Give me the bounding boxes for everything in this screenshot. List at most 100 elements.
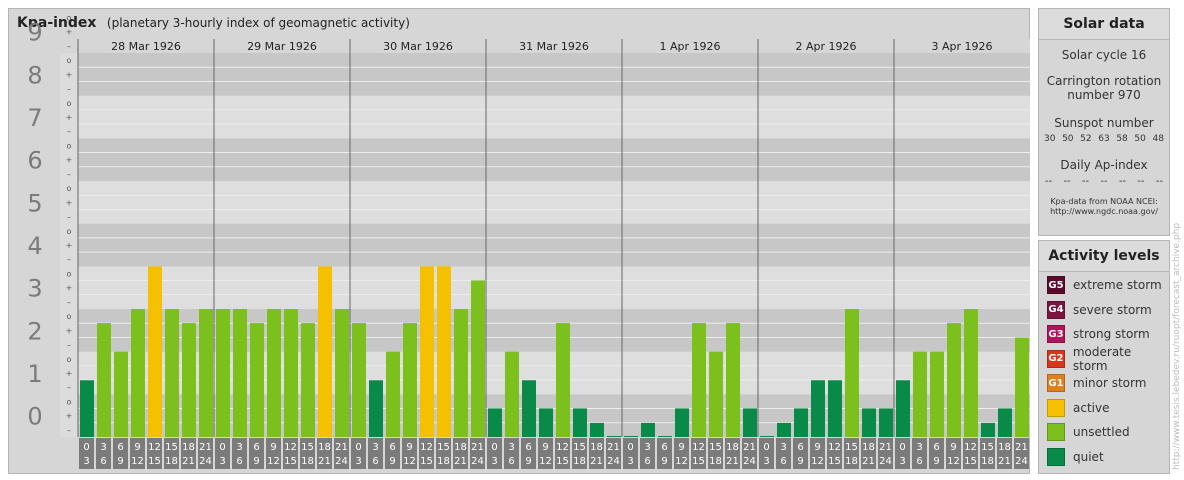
hour-end-label: 6 <box>372 456 378 467</box>
hour-start-label: 12 <box>556 442 569 453</box>
hour-end-label: 15 <box>556 456 569 467</box>
activity-levels-panel: Activity levels G5 extreme storm G4 severe … <box>1038 240 1170 474</box>
hour-end-label: 12 <box>267 456 280 467</box>
y-subtick-label: – <box>67 170 71 179</box>
kp-bar <box>369 380 383 437</box>
hour-end-label: 9 <box>661 456 667 467</box>
hour-end-label: 21 <box>182 456 195 467</box>
activity-level-item: G5 extreme storm <box>1047 275 1162 295</box>
hour-start-label: 21 <box>335 442 348 453</box>
hour-end-label: 9 <box>797 456 803 467</box>
hour-end-label: 24 <box>743 456 756 467</box>
y-subtick-label: o <box>67 56 72 65</box>
kp-bar <box>896 380 910 437</box>
hour-end-label: 12 <box>403 456 416 467</box>
activity-level-item: active <box>1047 398 1109 418</box>
hour-end-label: 9 <box>525 456 531 467</box>
y-tick-label: 2 <box>27 317 42 345</box>
activity-level-swatch: G5 <box>1047 276 1065 294</box>
hour-start-label: 6 <box>933 442 939 453</box>
kp-bar <box>777 422 791 437</box>
hour-start-label: 21 <box>199 442 212 453</box>
hour-end-label: 3 <box>355 456 361 467</box>
hour-end-label: 21 <box>998 456 1011 467</box>
sunspot-value: 30 <box>1044 134 1056 144</box>
y-subtick-label: + <box>66 113 73 122</box>
activity-level-swatch <box>1047 447 1065 466</box>
hour-start-label: 0 <box>355 442 361 453</box>
y-subtick-label: + <box>66 284 73 293</box>
hour-end-label: 15 <box>964 456 977 467</box>
y-subtick-label: o <box>67 355 72 364</box>
hour-start-label: 21 <box>607 442 620 453</box>
activity-level-label: unsettled <box>1073 425 1130 439</box>
kp-bar <box>437 266 451 437</box>
hour-start-label: 18 <box>454 442 467 453</box>
kp-bar <box>930 351 944 437</box>
y-subtick-label: + <box>66 156 73 165</box>
y-subtick-label: + <box>66 28 73 37</box>
activity-level-label: active <box>1073 400 1110 415</box>
kp-bar <box>743 408 757 437</box>
day-label: 28 Mar 1926 <box>111 40 181 53</box>
ap-value: -- <box>1063 176 1071 187</box>
solar-data-title: Solar data <box>1039 9 1169 40</box>
ap-values: -- -- -- -- -- -- -- <box>1039 176 1169 187</box>
sunspot-value: 52 <box>1080 134 1092 144</box>
hour-start-label: 3 <box>508 442 514 453</box>
hour-end-label: 15 <box>828 456 841 467</box>
hour-start-label: 0 <box>219 442 225 453</box>
y-tick-label: 6 <box>27 147 42 175</box>
hour-end-label: 18 <box>573 456 586 467</box>
sunspot-title: Sunspot number <box>1054 116 1154 130</box>
kp-bar <box>182 323 196 437</box>
hour-start-label: 12 <box>148 442 161 453</box>
kp-bar <box>794 408 808 437</box>
day-label: 1 Apr 1926 <box>659 40 720 53</box>
hour-end-label: 12 <box>675 456 688 467</box>
day-label: 3 Apr 1926 <box>931 40 992 53</box>
sunspot-value: 58 <box>1116 134 1128 144</box>
hour-end-label: 3 <box>627 456 633 467</box>
kp-bar <box>352 323 366 437</box>
kp-bar <box>420 266 434 437</box>
kp-bar <box>828 380 842 437</box>
y-subtick-label: + <box>66 198 73 207</box>
hour-start-label: 9 <box>406 442 412 453</box>
kp-bar <box>471 280 485 437</box>
hour-end-label: 18 <box>981 456 994 467</box>
kp-bar <box>114 351 128 437</box>
kp-bar <box>318 266 332 437</box>
y-subtick-label: – <box>67 42 71 51</box>
kp-bar <box>879 408 893 437</box>
y-subtick-label: o <box>67 312 72 321</box>
kp-bar <box>760 436 774 437</box>
hour-start-label: 0 <box>763 442 769 453</box>
kp-bar <box>811 380 825 437</box>
y-tick-label: 1 <box>27 360 42 388</box>
hour-start-label: 0 <box>83 442 89 453</box>
day-label: 2 Apr 1926 <box>795 40 856 53</box>
hour-end-label: 3 <box>219 456 225 467</box>
activity-levels-title: Activity levels <box>1039 241 1169 272</box>
hour-start-label: 3 <box>644 442 650 453</box>
activity-level-item: G1 minor storm <box>1047 373 1146 393</box>
hour-end-label: 9 <box>933 456 939 467</box>
y-subtick-label: o <box>67 227 72 236</box>
y-subtick-label: – <box>67 127 71 136</box>
hour-end-label: 6 <box>644 456 650 467</box>
kp-bar <box>131 309 145 437</box>
hour-end-label: 15 <box>692 456 705 467</box>
ap-value: -- <box>1137 176 1145 187</box>
kp-bar <box>335 309 349 437</box>
hour-start-label: 18 <box>590 442 603 453</box>
hour-end-label: 6 <box>780 456 786 467</box>
source-credit: http://www.tesis.lebedev.ru/ruopt/foreca… <box>1172 222 1182 470</box>
kp-bar <box>1015 337 1029 437</box>
activity-level-swatch <box>1047 423 1065 441</box>
hour-start-label: 3 <box>100 442 106 453</box>
source-link[interactable]: http://www.ngdc.noaa.gov/ <box>1039 207 1169 217</box>
hour-end-label: 21 <box>590 456 603 467</box>
hour-end-label: 12 <box>811 456 824 467</box>
hour-start-label: 15 <box>709 442 722 453</box>
